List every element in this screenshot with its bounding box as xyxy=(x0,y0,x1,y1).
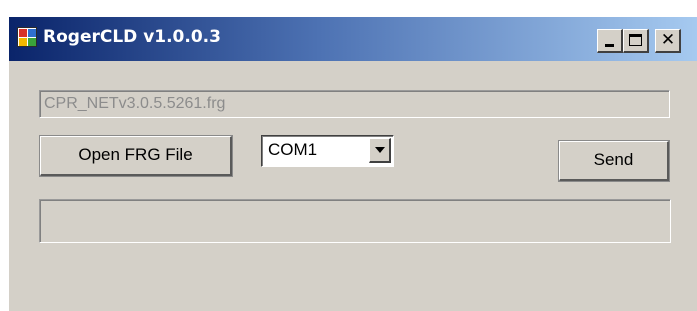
com-port-select[interactable]: COM1 xyxy=(261,135,394,167)
maximize-button[interactable] xyxy=(623,29,649,53)
maximize-icon xyxy=(629,34,642,46)
app-window: RogerCLD v1.0.0.3 ✕ CPR_NETv3.0.5.5261.f… xyxy=(8,16,697,311)
minimize-icon xyxy=(605,44,614,47)
app-icon[interactable] xyxy=(17,27,37,47)
close-icon: ✕ xyxy=(660,30,676,50)
title-bar[interactable]: RogerCLD v1.0.0.3 ✕ xyxy=(9,17,697,61)
progress-bar xyxy=(39,199,671,243)
close-button[interactable]: ✕ xyxy=(655,29,681,53)
chevron-down-icon xyxy=(375,147,385,153)
open-frg-file-button[interactable]: Open FRG File xyxy=(40,136,232,176)
window-title: RogerCLD v1.0.0.3 xyxy=(43,27,221,47)
send-button[interactable]: Send xyxy=(559,141,669,181)
file-path-field[interactable]: CPR_NETv3.0.5.5261.frg xyxy=(39,90,670,118)
minimize-button[interactable] xyxy=(597,29,623,53)
dropdown-button[interactable] xyxy=(369,138,391,163)
com-port-value: COM1 xyxy=(268,140,318,159)
